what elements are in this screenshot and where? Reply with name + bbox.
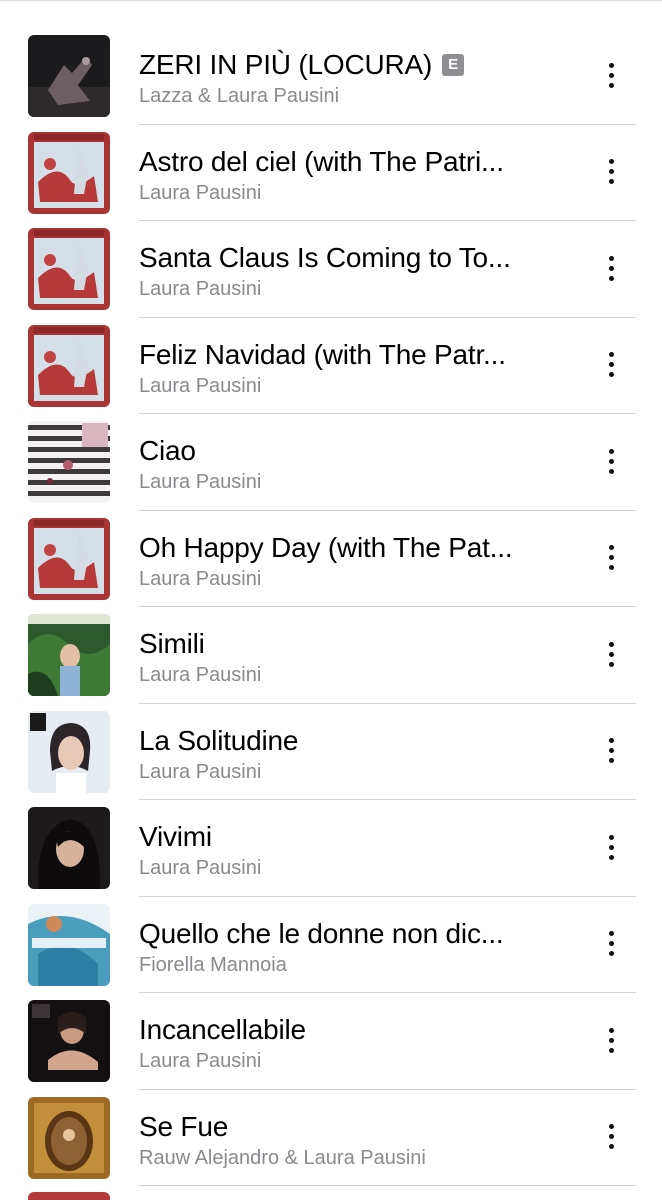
more-options-button[interactable] bbox=[596, 444, 626, 478]
more-vertical-icon bbox=[608, 159, 614, 164]
song-row[interactable]: Quello che le donne non dic... Fiorella … bbox=[0, 897, 662, 993]
more-vertical-icon bbox=[608, 738, 614, 743]
song-artist: Laura Pausini bbox=[139, 760, 262, 783]
album-artwork-partial bbox=[28, 1192, 110, 1200]
song-artist: Laura Pausini bbox=[139, 567, 262, 590]
song-artist: Laura Pausini bbox=[139, 471, 262, 493]
more-vertical-icon bbox=[608, 1124, 614, 1129]
song-artist: Laura Pausini bbox=[139, 278, 262, 300]
song-title: Se Fue bbox=[139, 1110, 229, 1142]
row-divider bbox=[139, 1185, 636, 1186]
song-row[interactable]: ZERI IN PIÙ (LOCURA) E Lazza & Laura Pau… bbox=[0, 28, 662, 125]
more-options-button[interactable] bbox=[596, 927, 626, 961]
song-title: Simili bbox=[139, 628, 205, 659]
song-row[interactable]: La Solitudine Laura Pausini bbox=[0, 704, 662, 800]
song-row[interactable]: Astro del ciel (with The Patri... Laura … bbox=[0, 125, 662, 221]
more-options-button[interactable] bbox=[596, 251, 626, 285]
song-row[interactable]: Santa Claus Is Coming to To... Laura Pau… bbox=[0, 221, 662, 318]
more-vertical-icon bbox=[608, 62, 614, 68]
song-artist: Laura Pausini bbox=[139, 664, 262, 686]
song-row[interactable]: Incancellabile Laura Pausini bbox=[0, 993, 662, 1090]
album-artwork bbox=[28, 421, 110, 503]
song-title: ZERI IN PIÙ (LOCURA) bbox=[139, 49, 433, 80]
album-artwork bbox=[28, 1000, 110, 1082]
song-title: Santa Claus Is Coming to To... bbox=[139, 242, 511, 273]
more-options-button[interactable] bbox=[596, 1023, 626, 1057]
song-list: ZERI IN PIÙ (LOCURA) E Lazza & Laura Pau… bbox=[0, 28, 662, 1186]
song-artist: Fiorella Mannoia bbox=[139, 953, 287, 976]
album-artwork bbox=[28, 1096, 110, 1179]
song-artist: Laura Pausini bbox=[139, 181, 262, 204]
top-divider bbox=[0, 0, 662, 1]
song-title: Oh Happy Day (with The Pat... bbox=[139, 531, 513, 563]
more-vertical-icon bbox=[608, 255, 614, 261]
album-artwork bbox=[28, 903, 110, 986]
song-title: Astro del ciel (with The Patri... bbox=[139, 145, 504, 177]
more-options-button[interactable] bbox=[596, 830, 626, 864]
song-title: Feliz Navidad (with The Patr... bbox=[139, 338, 506, 370]
song-row[interactable]: Se Fue Rauw Alejandro & Laura Pausini bbox=[0, 1090, 662, 1186]
more-options-button[interactable] bbox=[596, 541, 626, 575]
song-artist: Laura Pausini bbox=[139, 374, 262, 397]
album-artwork bbox=[28, 614, 110, 696]
more-options-button[interactable] bbox=[596, 637, 626, 671]
more-vertical-icon bbox=[608, 641, 614, 647]
album-artwork bbox=[28, 131, 110, 214]
song-artist: Lazza & Laura Pausini bbox=[139, 85, 340, 107]
more-vertical-icon bbox=[608, 1027, 614, 1033]
album-artwork bbox=[28, 35, 110, 117]
song-title: Incancellabile bbox=[139, 1014, 306, 1045]
explicit-badge: E bbox=[442, 54, 465, 76]
album-artwork bbox=[28, 517, 110, 600]
album-artwork bbox=[28, 228, 110, 310]
song-title: La Solitudine bbox=[139, 724, 299, 756]
song-title: Ciao bbox=[139, 435, 196, 466]
song-artist: Laura Pausini bbox=[139, 1050, 262, 1072]
song-row[interactable]: Simili Laura Pausini bbox=[0, 607, 662, 704]
more-vertical-icon bbox=[608, 834, 614, 840]
song-row[interactable]: Ciao Laura Pausini bbox=[0, 414, 662, 511]
more-options-button[interactable] bbox=[596, 1120, 626, 1154]
song-artist: Rauw Alejandro & Laura Pausini bbox=[139, 1146, 426, 1169]
more-vertical-icon bbox=[608, 545, 614, 550]
more-vertical-icon bbox=[608, 448, 614, 454]
more-options-button[interactable] bbox=[596, 348, 626, 382]
song-artist: Laura Pausini bbox=[139, 857, 262, 879]
more-options-button[interactable] bbox=[596, 58, 626, 92]
album-artwork bbox=[28, 324, 110, 407]
song-title: Vivimi bbox=[139, 821, 212, 852]
album-artwork bbox=[28, 710, 110, 793]
more-options-button[interactable] bbox=[596, 155, 626, 189]
more-vertical-icon bbox=[608, 931, 614, 936]
song-row[interactable]: Oh Happy Day (with The Pat... Laura Paus… bbox=[0, 511, 662, 607]
more-options-button[interactable] bbox=[596, 734, 626, 768]
song-title: Quello che le donne non dic... bbox=[139, 917, 504, 949]
song-row[interactable]: Feliz Navidad (with The Patr... Laura Pa… bbox=[0, 318, 662, 414]
album-artwork bbox=[28, 807, 110, 889]
song-row[interactable]: Vivimi Laura Pausini bbox=[0, 800, 662, 897]
more-vertical-icon bbox=[608, 352, 614, 357]
